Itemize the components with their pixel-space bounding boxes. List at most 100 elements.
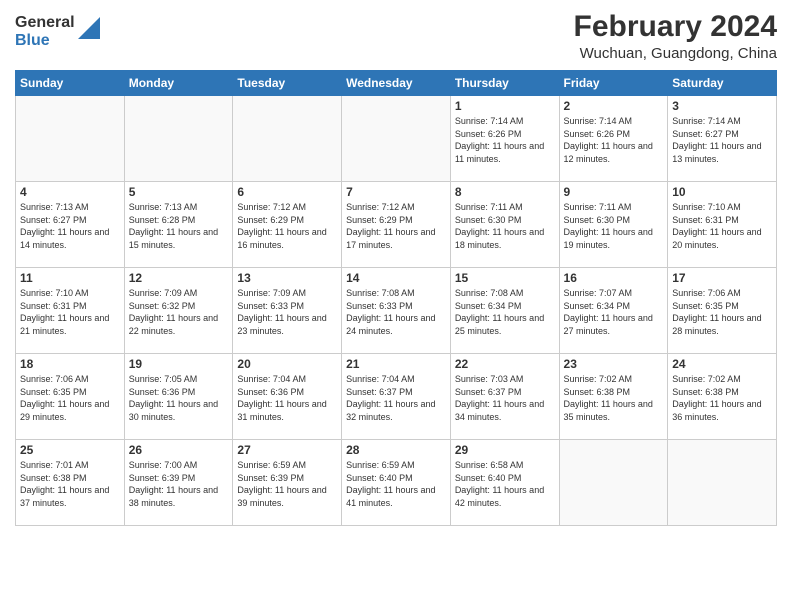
day-number: 6 — [237, 185, 337, 199]
title-area: February 2024 Wuchuan, Guangdong, China — [574, 10, 777, 62]
day-number: 27 — [237, 443, 337, 457]
table-row: 20 Sunrise: 7:04 AM Sunset: 6:36 PM Dayli… — [233, 354, 342, 440]
day-info: Sunrise: 7:03 AM Sunset: 6:37 PM Dayligh… — [455, 373, 555, 423]
day-info: Sunrise: 7:02 AM Sunset: 6:38 PM Dayligh… — [672, 373, 772, 423]
day-info: Sunrise: 7:13 AM Sunset: 6:27 PM Dayligh… — [20, 201, 120, 251]
table-row — [559, 440, 668, 526]
table-row: 6 Sunrise: 7:12 AM Sunset: 6:29 PM Daylig… — [233, 182, 342, 268]
calendar-week-row: 11 Sunrise: 7:10 AM Sunset: 6:31 PM Dayli… — [16, 268, 777, 354]
col-thursday: Thursday — [450, 71, 559, 96]
day-info: Sunrise: 7:04 AM Sunset: 6:36 PM Dayligh… — [237, 373, 337, 423]
table-row: 21 Sunrise: 7:04 AM Sunset: 6:37 PM Dayli… — [342, 354, 451, 440]
table-row: 8Sunrise: 7:11 AM Sunset: 6:30 PM Daylig… — [450, 182, 559, 268]
col-monday: Monday — [124, 71, 233, 96]
day-number: 22 — [455, 357, 555, 371]
day-info: Sunrise: 7:06 AM Sunset: 6:35 PM Dayligh… — [672, 287, 772, 337]
logo-text: General Blue — [15, 14, 75, 49]
calendar-week-row: 1 Sunrise: 7:14 AM Sunset: 6:26 PM Daylig… — [16, 96, 777, 182]
table-row: 1 Sunrise: 7:14 AM Sunset: 6:26 PM Daylig… — [450, 96, 559, 182]
table-row: 27Sunrise: 6:59 AM Sunset: 6:39 PM Dayli… — [233, 440, 342, 526]
day-info: Sunrise: 7:01 AM Sunset: 6:38 PM Dayligh… — [20, 459, 120, 509]
logo-general: General — [15, 14, 75, 32]
day-info: Sunrise: 7:14 AM Sunset: 6:26 PM Dayligh… — [564, 115, 664, 165]
col-saturday: Saturday — [668, 71, 777, 96]
table-row: 18 Sunrise: 7:06 AM Sunset: 6:35 PM Dayli… — [16, 354, 125, 440]
day-info: Sunrise: 7:11 AM Sunset: 6:30 PM Dayligh… — [564, 201, 664, 251]
day-number: 24 — [672, 357, 772, 371]
day-number: 11 — [20, 271, 120, 285]
day-number: 17 — [672, 271, 772, 285]
day-number: 28 — [346, 443, 446, 457]
day-number: 9 — [564, 185, 664, 199]
table-row: 24 Sunrise: 7:02 AM Sunset: 6:38 PM Dayli… — [668, 354, 777, 440]
day-number: 4 — [20, 185, 120, 199]
calendar-week-row: 18 Sunrise: 7:06 AM Sunset: 6:35 PM Dayli… — [16, 354, 777, 440]
day-info: Sunrise: 7:11 AM Sunset: 6:30 PM Dayligh… — [455, 201, 555, 251]
day-number: 25 — [20, 443, 120, 457]
day-number: 29 — [455, 443, 555, 457]
day-number: 5 — [129, 185, 229, 199]
table-row: 5 Sunrise: 7:13 AM Sunset: 6:28 PM Daylig… — [124, 182, 233, 268]
table-row: 12Sunrise: 7:09 AM Sunset: 6:32 PM Dayli… — [124, 268, 233, 354]
day-number: 18 — [20, 357, 120, 371]
table-row: 16 Sunrise: 7:07 AM Sunset: 6:34 PM Dayli… — [559, 268, 668, 354]
table-row — [668, 440, 777, 526]
day-info: Sunrise: 7:14 AM Sunset: 6:26 PM Dayligh… — [455, 115, 555, 165]
logo-icon — [78, 17, 100, 39]
day-number: 26 — [129, 443, 229, 457]
logo-blue: Blue — [15, 32, 75, 50]
header: General Blue February 2024 Wuchuan, Guan… — [15, 10, 777, 62]
calendar-header-row: Sunday Monday Tuesday Wednesday Thursday… — [16, 71, 777, 96]
day-info: Sunrise: 7:14 AM Sunset: 6:27 PM Dayligh… — [672, 115, 772, 165]
col-sunday: Sunday — [16, 71, 125, 96]
table-row: 3 Sunrise: 7:14 AM Sunset: 6:27 PM Daylig… — [668, 96, 777, 182]
table-row: 23 Sunrise: 7:02 AM Sunset: 6:38 PM Dayli… — [559, 354, 668, 440]
day-info: Sunrise: 6:59 AM Sunset: 6:40 PM Dayligh… — [346, 459, 446, 509]
day-info: Sunrise: 7:02 AM Sunset: 6:38 PM Dayligh… — [564, 373, 664, 423]
day-info: Sunrise: 7:04 AM Sunset: 6:37 PM Dayligh… — [346, 373, 446, 423]
day-number: 3 — [672, 99, 772, 113]
day-info: Sunrise: 7:07 AM Sunset: 6:34 PM Dayligh… — [564, 287, 664, 337]
day-number: 12 — [129, 271, 229, 285]
table-row: 11 Sunrise: 7:10 AM Sunset: 6:31 PM Dayli… — [16, 268, 125, 354]
table-row — [16, 96, 125, 182]
calendar-table: Sunday Monday Tuesday Wednesday Thursday… — [15, 70, 777, 526]
day-info: Sunrise: 7:12 AM Sunset: 6:29 PM Dayligh… — [237, 201, 337, 251]
day-number: 16 — [564, 271, 664, 285]
day-number: 2 — [564, 99, 664, 113]
table-row: 14Sunrise: 7:08 AM Sunset: 6:33 PM Dayli… — [342, 268, 451, 354]
table-row: 22 Sunrise: 7:03 AM Sunset: 6:37 PM Dayli… — [450, 354, 559, 440]
table-row: 13 Sunrise: 7:09 AM Sunset: 6:33 PM Dayli… — [233, 268, 342, 354]
day-info: Sunrise: 7:10 AM Sunset: 6:31 PM Dayligh… — [20, 287, 120, 337]
logo: General Blue — [15, 14, 100, 49]
calendar-week-row: 25 Sunrise: 7:01 AM Sunset: 6:38 PM Dayli… — [16, 440, 777, 526]
day-number: 1 — [455, 99, 555, 113]
day-info: Sunrise: 7:06 AM Sunset: 6:35 PM Dayligh… — [20, 373, 120, 423]
day-number: 20 — [237, 357, 337, 371]
table-row: 4 Sunrise: 7:13 AM Sunset: 6:27 PM Daylig… — [16, 182, 125, 268]
day-info: Sunrise: 7:10 AM Sunset: 6:31 PM Dayligh… — [672, 201, 772, 251]
day-info: Sunrise: 7:05 AM Sunset: 6:36 PM Dayligh… — [129, 373, 229, 423]
day-info: Sunrise: 7:12 AM Sunset: 6:29 PM Dayligh… — [346, 201, 446, 251]
day-info: Sunrise: 7:08 AM Sunset: 6:34 PM Dayligh… — [455, 287, 555, 337]
day-info: Sunrise: 7:13 AM Sunset: 6:28 PM Dayligh… — [129, 201, 229, 251]
table-row: 29Sunrise: 6:58 AM Sunset: 6:40 PM Dayli… — [450, 440, 559, 526]
day-number: 23 — [564, 357, 664, 371]
day-number: 21 — [346, 357, 446, 371]
day-number: 13 — [237, 271, 337, 285]
table-row: 15 Sunrise: 7:08 AM Sunset: 6:34 PM Dayli… — [450, 268, 559, 354]
table-row: 26Sunrise: 7:00 AM Sunset: 6:39 PM Dayli… — [124, 440, 233, 526]
location-title: Wuchuan, Guangdong, China — [574, 45, 777, 62]
col-friday: Friday — [559, 71, 668, 96]
table-row: 10Sunrise: 7:10 AM Sunset: 6:31 PM Dayli… — [668, 182, 777, 268]
day-number: 15 — [455, 271, 555, 285]
table-row: 17 Sunrise: 7:06 AM Sunset: 6:35 PM Dayli… — [668, 268, 777, 354]
day-info: Sunrise: 7:09 AM Sunset: 6:33 PM Dayligh… — [237, 287, 337, 337]
page: General Blue February 2024 Wuchuan, Guan… — [0, 0, 792, 612]
calendar-week-row: 4 Sunrise: 7:13 AM Sunset: 6:27 PM Daylig… — [16, 182, 777, 268]
table-row: 25 Sunrise: 7:01 AM Sunset: 6:38 PM Dayli… — [16, 440, 125, 526]
table-row — [342, 96, 451, 182]
day-number: 19 — [129, 357, 229, 371]
table-row: 28 Sunrise: 6:59 AM Sunset: 6:40 PM Dayli… — [342, 440, 451, 526]
col-tuesday: Tuesday — [233, 71, 342, 96]
